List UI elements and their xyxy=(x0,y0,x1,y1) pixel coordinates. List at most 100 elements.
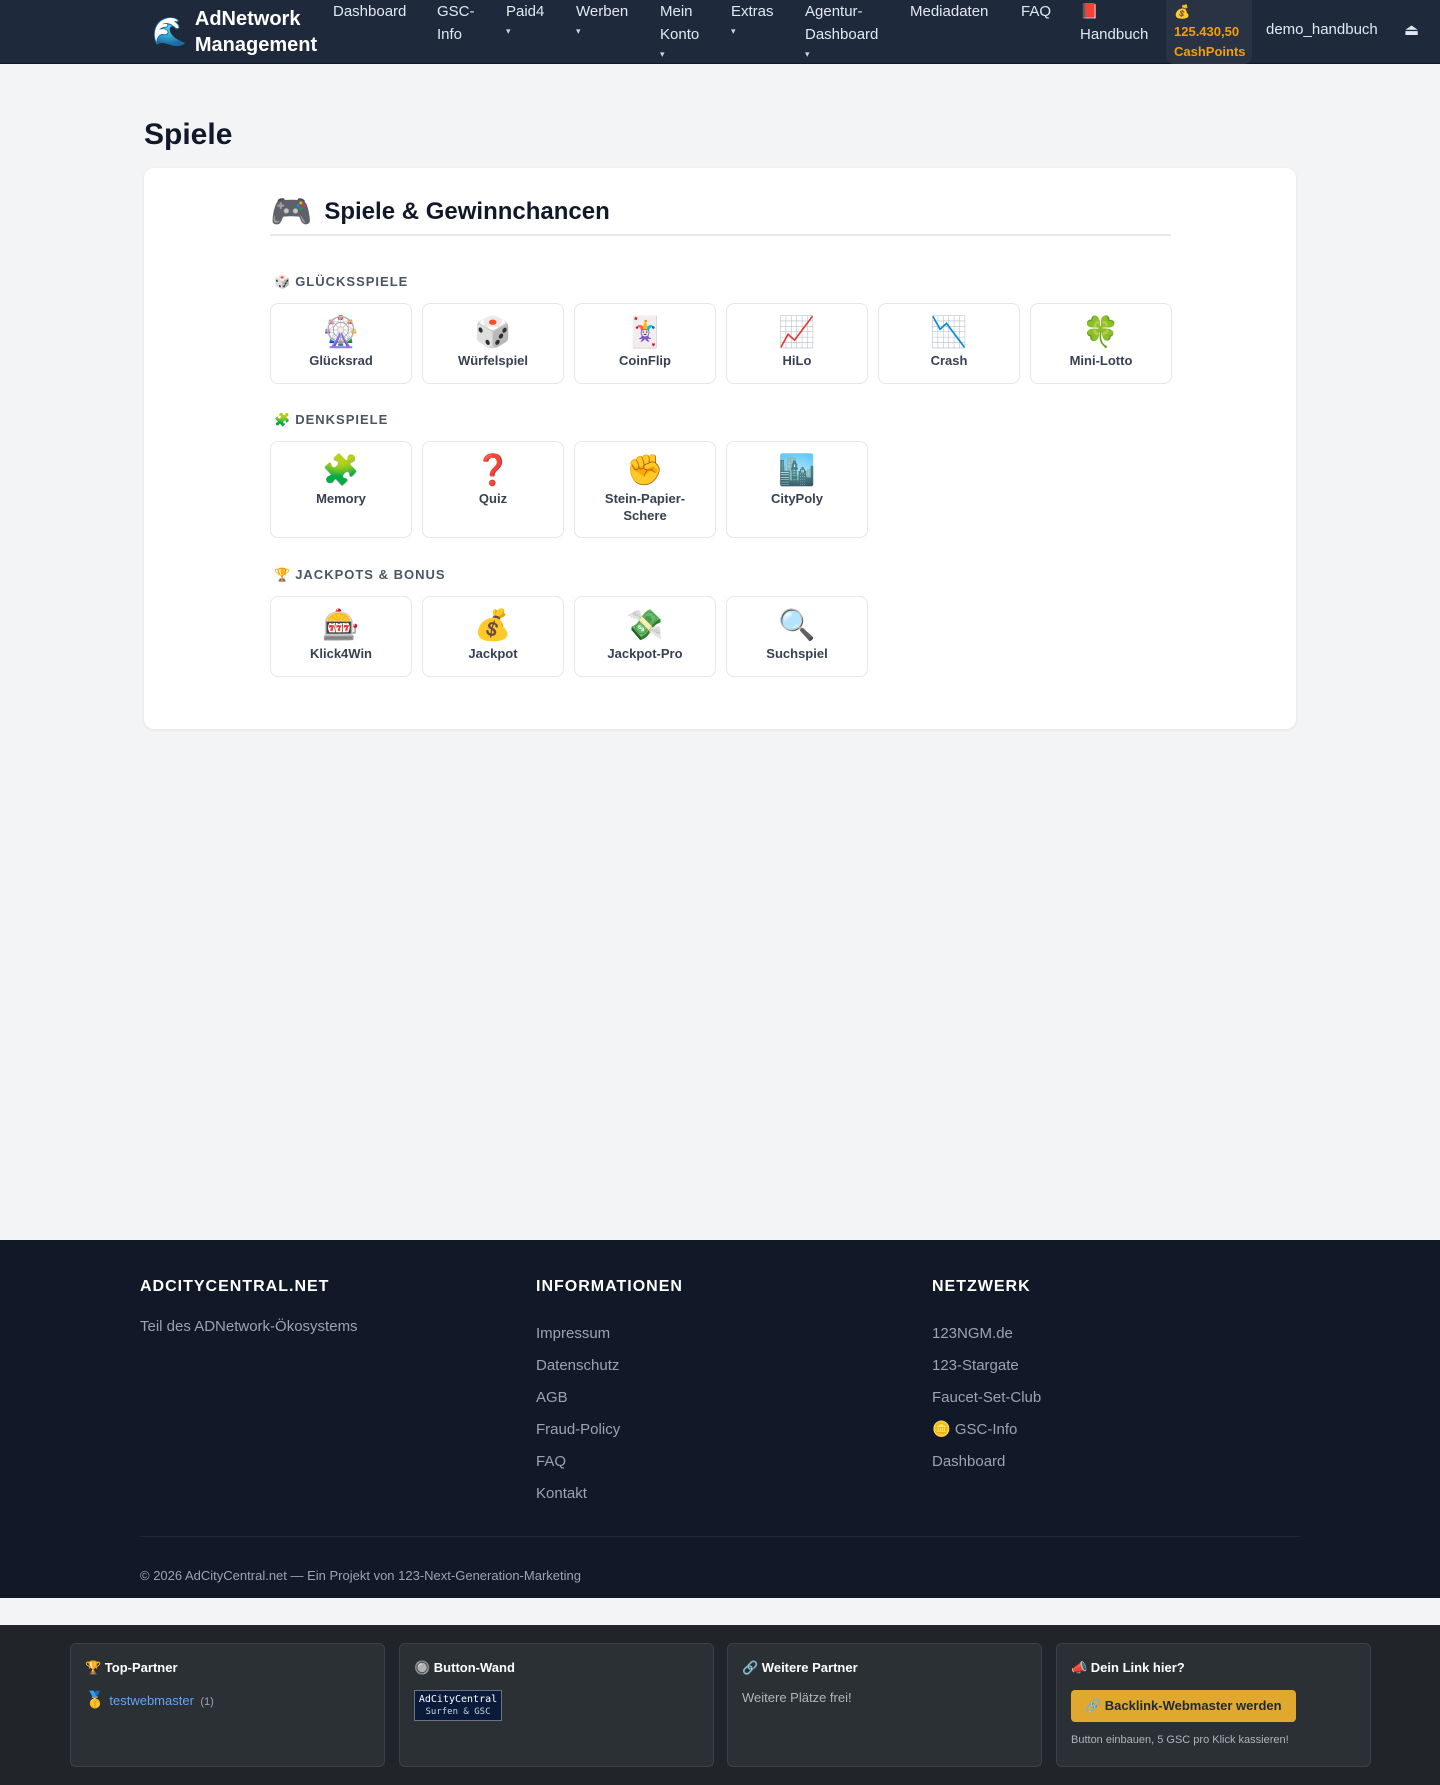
footer-col-about: ADCITYCENTRAL.NET Teil des ADNetwork-Öko… xyxy=(140,1278,358,1335)
nav-item-agentur-dashboard[interactable]: Agentur-Dashboard ▾ xyxy=(805,0,885,62)
footer-link-gsc-info[interactable]: 🪙 GSC-Info xyxy=(932,1414,1041,1446)
dice-icon: 🎲 xyxy=(474,316,512,349)
slot-machine-icon: 🎰 xyxy=(322,609,360,642)
chevron-down-icon: ▾ xyxy=(660,49,665,59)
backlink-webmaster-button[interactable]: 🔗 Backlink-Webmaster werden xyxy=(1071,1690,1296,1722)
game-label: Jackpot-Pro xyxy=(607,646,683,661)
nav-item-extras[interactable]: Extras ▾ xyxy=(731,0,781,39)
game-tile-crash[interactable]: 📉 Crash xyxy=(878,303,1020,384)
nav-label: Mediadaten xyxy=(910,3,989,20)
footer-link-123ngm[interactable]: 123NGM.de xyxy=(932,1318,1041,1350)
section-label: GLÜCKSSPIELE xyxy=(295,274,409,289)
game-tile-quiz[interactable]: ❓ Quiz xyxy=(422,441,564,538)
puzzle-icon: 🧩 xyxy=(322,454,360,487)
nav-label: Agentur-Dashboard xyxy=(805,3,879,43)
nav-label: GSC-Info xyxy=(437,3,475,43)
chart-decreasing-icon: 📉 xyxy=(930,316,968,349)
game-tile-gluecksrad[interactable]: 🎡 Glücksrad xyxy=(270,303,412,384)
game-label: Stein-Papier-Schere xyxy=(604,491,686,523)
section-title-denkspiele: 🧩 DENKSPIELE xyxy=(274,412,388,428)
wave-icon: 🌊 xyxy=(152,16,187,47)
cashpoints-badge[interactable]: 💰 125.430,50 CashPoints xyxy=(1166,0,1252,64)
medal-icon: 🥇 xyxy=(85,1692,105,1709)
game-tile-memory[interactable]: 🧩 Memory xyxy=(270,441,412,538)
footer-link-fraud-policy[interactable]: Fraud-Policy xyxy=(536,1414,683,1446)
money-wings-icon: 💸 xyxy=(626,609,664,642)
game-tile-citypoly[interactable]: 🏙️ CityPoly xyxy=(726,441,868,538)
nav-label: Paid4 xyxy=(506,3,545,20)
card-title: Spiele & Gewinnchancen xyxy=(324,198,610,225)
game-label: Suchspiel xyxy=(766,646,828,661)
user-menu[interactable]: demo_handbuch xyxy=(1266,21,1378,38)
footer-link-impressum[interactable]: Impressum xyxy=(536,1318,683,1350)
partner-card-your-link: 📣 Dein Link hier? 🔗 Backlink-Webmaster w… xyxy=(1056,1643,1371,1767)
game-label: Mini-Lotto xyxy=(1069,353,1133,368)
footer-heading: ADCITYCENTRAL.NET xyxy=(140,1278,330,1295)
footer-copyright: © 2026 AdCityCentral.net — Ein Projekt v… xyxy=(140,1568,581,1583)
footer-heading: INFORMATIONEN xyxy=(536,1278,683,1295)
partner-more-text: Weitere Plätze frei! xyxy=(742,1690,852,1705)
footer-link-kontakt[interactable]: Kontakt xyxy=(536,1478,683,1510)
banner-line: AdCityCentral xyxy=(418,1694,498,1705)
game-label: Quiz xyxy=(478,491,508,506)
game-label: Memory xyxy=(316,491,366,506)
brand-name: AdNetwork Management xyxy=(194,8,318,56)
game-tile-klick4win[interactable]: 🎰 Klick4Win xyxy=(270,596,412,677)
game-tile-coinflip[interactable]: 🃏 CoinFlip xyxy=(574,303,716,384)
footer-col-info: INFORMATIONEN Impressum Datenschutz AGB … xyxy=(536,1278,683,1510)
nav-item-faq[interactable]: FAQ xyxy=(1021,0,1061,23)
game-label: Jackpot xyxy=(468,646,518,661)
nav-item-paid4[interactable]: Paid4 ▾ xyxy=(506,0,552,39)
game-label: Würfelspiel xyxy=(457,353,529,368)
game-tile-stein-papier-schere[interactable]: ✊ Stein-Papier-Schere xyxy=(574,441,716,538)
chart-increasing-icon: 📈 xyxy=(778,316,816,349)
footer-link-faucet-set-club[interactable]: Faucet-Set-Club xyxy=(932,1382,1041,1414)
footer-link-faq[interactable]: FAQ xyxy=(536,1446,683,1478)
joker-card-icon: 🃏 xyxy=(626,316,664,349)
chevron-down-icon: ▾ xyxy=(506,26,511,36)
nav-item-handbuch[interactable]: 📕 Handbuch xyxy=(1080,0,1160,46)
magnifier-icon: 🔍 xyxy=(778,609,816,642)
game-tile-hilo[interactable]: 📈 HiLo xyxy=(726,303,868,384)
footer-divider xyxy=(140,1536,1300,1537)
top-partner-link[interactable]: testwebmaster xyxy=(109,1693,194,1708)
cashpoints-unit: CashPoints xyxy=(1174,44,1246,59)
game-tile-suchspiel[interactable]: 🔍 Suchspiel xyxy=(726,596,868,677)
game-tile-jackpot-pro[interactable]: 💸 Jackpot-Pro xyxy=(574,596,716,677)
nav-label: Werben xyxy=(576,3,629,20)
footer-link-stargate[interactable]: 123-Stargate xyxy=(932,1350,1041,1382)
section-title-gluecksspiele: 🎲 GLÜCKSSPIELE xyxy=(274,274,408,290)
raised-fist-icon: ✊ xyxy=(626,454,664,487)
footer-link-agb[interactable]: AGB xyxy=(536,1382,683,1414)
nav-item-mein-konto[interactable]: Mein Konto ▾ xyxy=(660,0,708,62)
trophy-icon: 🏆 xyxy=(274,567,292,582)
page-title: Spiele xyxy=(144,118,233,151)
footer-tagline: Teil des ADNetwork-Ökosystems xyxy=(140,1318,358,1335)
game-tile-jackpot[interactable]: 💰 Jackpot xyxy=(422,596,564,677)
game-label: CityPoly xyxy=(770,491,823,506)
game-tile-wuerfelspiel[interactable]: 🎲 Würfelspiel xyxy=(422,303,564,384)
question-mark-icon: ❓ xyxy=(474,454,512,487)
backlink-note: Button einbauen, 5 GSC pro Klick kassier… xyxy=(1071,1734,1289,1746)
nav-item-gsc-info[interactable]: GSC-Info xyxy=(437,0,481,46)
nav-item-mediadaten[interactable]: Mediadaten xyxy=(910,0,998,23)
partner-card-title: 🔘 Button-Wand xyxy=(414,1660,515,1675)
partner-card-top: 🏆 Top-Partner 🥇 testwebmaster (1) xyxy=(70,1643,385,1767)
footer-link-datenschutz[interactable]: Datenschutz xyxy=(536,1350,683,1382)
top-navbar: 🌊 AdNetwork Management Dashboard GSC-Inf… xyxy=(0,0,1440,64)
footer-link-dashboard[interactable]: Dashboard xyxy=(932,1446,1041,1478)
game-tile-mini-lotto[interactable]: 🍀 Mini-Lotto xyxy=(1030,303,1172,384)
partner-card-title: 📣 Dein Link hier? xyxy=(1071,1660,1185,1675)
section-label: JACKPOTS & BONUS xyxy=(295,567,446,582)
partner-card-title: 🏆 Top-Partner xyxy=(85,1660,178,1675)
nav-label: Handbuch xyxy=(1080,26,1149,43)
section-label: DENKSPIELE xyxy=(295,412,389,427)
brand-logo[interactable]: 🌊 AdNetwork Management xyxy=(152,6,335,58)
nav-item-werben[interactable]: Werben ▾ xyxy=(576,0,636,39)
nav-item-dashboard[interactable]: Dashboard xyxy=(333,0,413,23)
game-grid-jackpots: 🎰 Klick4Win 💰 Jackpot 💸 Jackpot-Pro 🔍 Su… xyxy=(270,596,868,677)
puzzle-icon: 🧩 xyxy=(274,412,292,427)
adcitycentral-banner[interactable]: AdCityCentral Surfen & GSC xyxy=(414,1690,502,1721)
logout-icon[interactable]: ⏏ xyxy=(1404,20,1419,40)
game-label: HiLo xyxy=(782,353,812,368)
